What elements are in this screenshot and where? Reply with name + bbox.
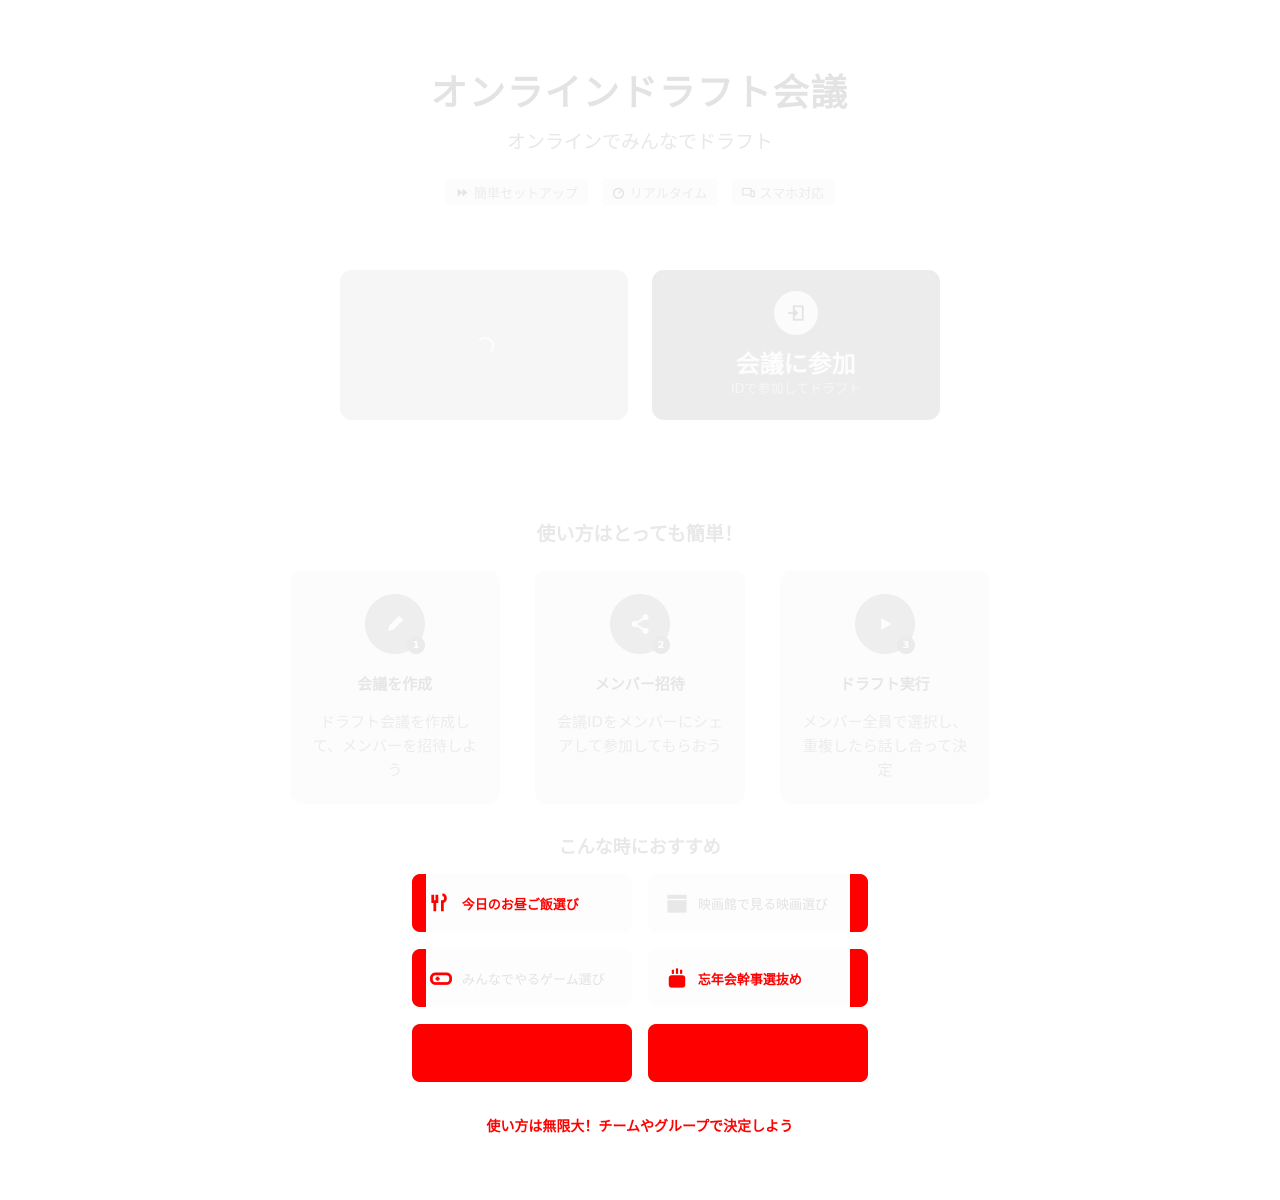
cake-icon [668, 968, 686, 988]
fast-forward-icon [457, 187, 468, 197]
step-number: 1 [407, 636, 425, 654]
badge-easy-setup: 簡単セットアップ [445, 178, 588, 206]
clapperboard-icon [667, 894, 687, 913]
badge-label: 簡単セットアップ [473, 186, 578, 202]
recommend-item: 忘年会幹事選抜め [648, 949, 868, 1007]
recommend-label: みんなでやるゲーム選び [462, 972, 605, 988]
step-card: 2 メンバー招待 会議IDをメンバーにシェアして参加してもらおう [535, 570, 745, 804]
footer-note: 使い方は無限大！チームやグループで決定しよう [486, 1119, 794, 1135]
badge-realtime: リアルタイム [601, 178, 718, 206]
join-subtitle: IDで参加してドラフト [730, 382, 862, 397]
loading-spinner [476, 337, 494, 355]
recommend-label: 今日のお昼ご飯選び [462, 897, 580, 913]
steps-heading: 使い方はとっても簡単！ [536, 523, 744, 545]
recommend-block [412, 1024, 632, 1082]
step-description: 会議IDをメンバーにシェアして参加してもらおう [557, 713, 723, 755]
share-icon [631, 614, 649, 634]
join-meeting-button[interactable]: 会議に参加 IDで参加してドラフト [652, 270, 940, 420]
badge-label: スマホ対応 [759, 186, 825, 202]
recommend-item: 映画館で見る映画選び [648, 874, 868, 932]
page-subtitle: オンラインでみんなでドラフト [506, 131, 773, 153]
step-title: ドラフト実行 [839, 675, 930, 693]
gamepad-icon [430, 972, 452, 985]
step-title: メンバー招待 [594, 675, 685, 693]
food-icon [431, 893, 447, 912]
step-number: 3 [897, 636, 915, 654]
step-card: 1 会議を作成 ドラフト会議を作成して、メンバーを招待しよう [290, 570, 500, 804]
step-number: 2 [652, 636, 670, 654]
badge-mobile: スマホ対応 [731, 178, 835, 206]
join-title: 会議に参加 [736, 350, 856, 378]
devices-icon [741, 187, 755, 197]
recommend-label: 忘年会幹事選抜め [698, 972, 803, 988]
recommend-item: 今日のお昼ご飯選び [412, 874, 632, 932]
recommend-heading: こんな時におすすめ [559, 837, 721, 858]
recommend-block [648, 1024, 868, 1082]
step-description: メンバー全員で選択し、重複したら話し合って決定 [802, 713, 968, 779]
step-card: 3 ドラフト実行 メンバー全員で選択し、重複したら話し合って決定 [780, 570, 990, 804]
feature-badges: 簡単セットアップ リアルタイム スマホ対応 [0, 178, 1280, 206]
badge-label: リアルタイム [629, 186, 708, 202]
page: オンラインドラフト会議 オンラインでみんなでドラフト 簡単セットアップ リアルタ… [0, 0, 1280, 1200]
join-icon-circle [774, 291, 818, 335]
pencil-icon [388, 615, 404, 631]
login-icon [788, 305, 804, 321]
play-icon [881, 617, 892, 631]
step-description: ドラフト会議を作成して、メンバーを招待しよう [312, 713, 478, 779]
step-title: 会議を作成 [357, 675, 433, 693]
page-title: オンラインドラフト会議 [431, 71, 849, 114]
recommend-label: 映画館で見る映画選び [698, 897, 829, 913]
speedometer-icon [612, 187, 624, 199]
recommend-item: みんなでやるゲーム選び [412, 949, 632, 1007]
